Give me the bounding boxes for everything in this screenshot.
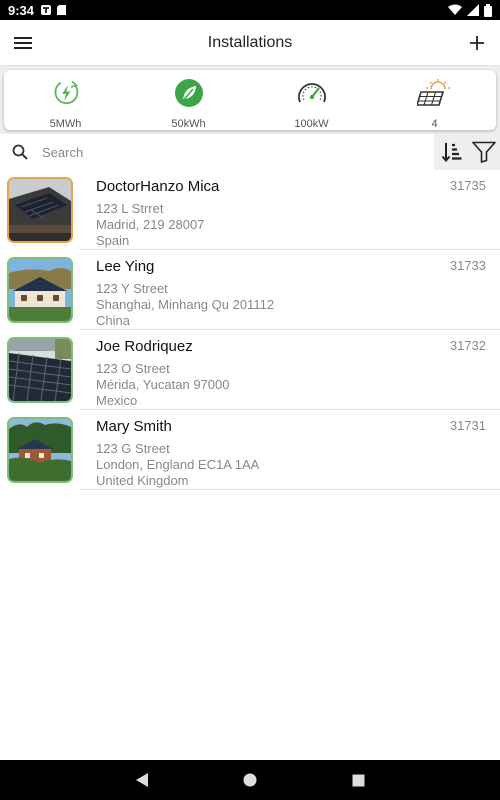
address-line1: 123 O Street — [96, 361, 170, 376]
search-box — [0, 134, 434, 170]
filter-funnel-icon — [472, 141, 496, 163]
energy-bolt-icon — [54, 80, 78, 104]
installation-id: 31733 — [449, 258, 486, 273]
installation-row[interactable]: Joe Rodriquez 31732 123 O Street Mérida,… — [0, 330, 500, 410]
installation-name: Lee Ying — [96, 258, 155, 275]
leaf-icon — [174, 78, 203, 107]
installation-id: 31731 — [449, 418, 486, 433]
search-row — [0, 134, 500, 170]
app-bar: Installations — [0, 20, 500, 66]
system-navigation-bar — [0, 760, 500, 800]
hamburger-menu-icon — [14, 36, 32, 49]
summary-power: 100kW — [250, 70, 373, 130]
installation-thumbnail — [7, 337, 73, 403]
installation-row[interactable]: Mary Smith 31731 123 G Street London, En… — [0, 410, 500, 490]
filter-button[interactable] — [468, 134, 500, 170]
sort-button[interactable] — [436, 134, 468, 170]
summary-co2: 50kWh — [127, 70, 250, 130]
add-installation-button[interactable] — [454, 20, 500, 66]
summary-co2-value: 50kWh — [171, 118, 206, 130]
installation-thumbnail — [7, 417, 73, 483]
summary-power-value: 100kW — [294, 118, 329, 130]
status-time: 9:34 — [8, 2, 35, 18]
address-country: China — [96, 313, 130, 328]
sort-descending-icon — [441, 143, 462, 163]
installation-id: 31732 — [449, 338, 486, 353]
address-line1: 123 Y Street — [96, 281, 168, 296]
status-bar: 9:34 — [0, 0, 500, 20]
summary-card: 5MWh 50kWh 100kW 4 — [4, 70, 496, 130]
installation-name: Joe Rodriquez — [96, 338, 193, 355]
installation-list: DoctorHanzo Mica 31735 123 L Strret Madr… — [0, 170, 500, 490]
installation-id: 31735 — [449, 178, 486, 193]
installation-name: DoctorHanzo Mica — [96, 178, 220, 195]
back-button[interactable] — [132, 770, 152, 790]
installation-row[interactable]: Lee Ying 31733 123 Y Street Shanghai, Mi… — [0, 250, 500, 330]
home-button[interactable] — [240, 770, 260, 790]
speedometer-icon — [297, 82, 326, 102]
installation-row[interactable]: DoctorHanzo Mica 31735 123 L Strret Madr… — [0, 170, 500, 250]
battery-icon — [484, 3, 492, 17]
installation-name: Mary Smith — [96, 418, 172, 435]
address-country: United Kingdom — [96, 473, 189, 488]
address-country: Spain — [96, 233, 130, 248]
recents-button[interactable] — [348, 770, 368, 790]
solar-panel-sun-icon — [416, 78, 450, 106]
address-line1: 123 L Strret — [96, 201, 164, 216]
summary-installations-value: 4 — [431, 118, 438, 130]
address-line2: Mérida, Yucatan 97000 — [96, 377, 230, 392]
address-line2: Madrid, 219 28007 — [96, 217, 205, 232]
signal-icon — [467, 4, 479, 16]
back-triangle-icon — [136, 773, 148, 787]
sd-card-icon — [57, 5, 67, 15]
summary-energy: 5MWh — [4, 70, 127, 130]
address-line1: 123 G Street — [96, 441, 170, 456]
plus-icon — [470, 35, 484, 50]
summary-panel: 5MWh 50kWh 100kW 4 — [0, 66, 500, 134]
summary-energy-value: 5MWh — [49, 118, 82, 130]
address-country: Mexico — [96, 393, 138, 408]
wifi-icon — [448, 4, 462, 15]
summary-installations: 4 — [373, 70, 496, 130]
search-icon — [12, 144, 28, 160]
installation-thumbnail — [7, 257, 73, 323]
menu-button[interactable] — [0, 20, 46, 66]
installation-thumbnail — [7, 177, 73, 243]
page-title: Installations — [207, 33, 293, 51]
address-line2: London, England EC1A 1AA — [96, 457, 260, 472]
recents-square-icon — [352, 774, 364, 786]
search-input[interactable] — [42, 144, 402, 160]
home-circle-icon — [243, 773, 257, 787]
address-line2: Shanghai, Minhang Qu 201112 — [96, 297, 275, 312]
notification-icon — [41, 5, 52, 15]
